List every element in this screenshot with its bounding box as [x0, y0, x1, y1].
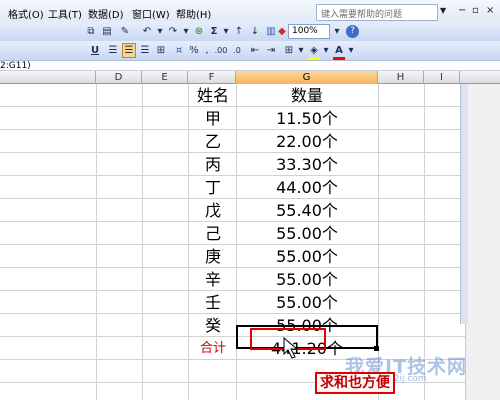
menu-tools[interactable]: 工具(T) — [48, 6, 82, 21]
comma-style-icon[interactable]: , — [202, 43, 212, 58]
decrease-indent-icon[interactable]: ⇤ — [248, 43, 262, 58]
help-icon[interactable]: ? — [346, 25, 359, 38]
align-left-icon[interactable]: ☰ — [106, 43, 120, 58]
right-panel — [465, 84, 500, 400]
redo-icon[interactable]: ↷ — [166, 24, 180, 39]
borders-dropdown-icon[interactable]: ▾ — [297, 43, 305, 58]
annotation-caption: 求和也方便 — [315, 372, 395, 394]
formula-bar: 2:G11) — [0, 61, 500, 71]
percent-button[interactable]: % — [188, 43, 200, 58]
menu-help[interactable]: 帮助(H) — [176, 6, 211, 21]
fill-dropdown-icon[interactable]: ▾ — [322, 43, 330, 58]
qty-cell[interactable]: 55.40个 — [236, 199, 378, 222]
column-header-g[interactable]: G — [236, 71, 378, 84]
grid-vline — [142, 84, 143, 400]
borders-icon[interactable]: ⊞ — [282, 43, 296, 58]
column-header-f[interactable]: F — [188, 71, 236, 84]
undo-dropdown-icon[interactable]: ▾ — [156, 24, 164, 39]
qty-cell[interactable]: 55.00个 — [236, 268, 378, 291]
help-search-input[interactable]: 键入需要帮助的问题 — [316, 4, 438, 21]
qty-cell[interactable]: 55.00个 — [236, 222, 378, 245]
column-header-e[interactable]: E — [142, 71, 188, 84]
qty-cell[interactable]: 44.00个 — [236, 176, 378, 199]
underline-button[interactable]: U — [88, 43, 102, 58]
qty-cell[interactable]: 33.30个 — [236, 153, 378, 176]
menu-format[interactable]: 格式(O) — [8, 6, 44, 21]
fill-color-swatch — [308, 57, 320, 60]
chevron-down-icon[interactable]: ▼ — [440, 6, 446, 15]
minimize-icon[interactable]: − — [458, 5, 466, 16]
fill-color-icon[interactable]: ◈ — [307, 43, 321, 58]
align-right-icon[interactable]: ☰ — [138, 43, 152, 58]
standard-toolbar: ⧉ ▤ ✎ ↶ ▾ ↷ ▾ ⊛ Σ ▾ ↑ ↓ ▥ ◆ 100% ▾ ? — [0, 22, 500, 42]
menu-data[interactable]: 数据(D) — [88, 6, 124, 21]
zoom-select[interactable]: 100% — [288, 24, 330, 39]
close-icon[interactable]: × — [486, 5, 494, 16]
autosum-dropdown-icon[interactable]: ▾ — [222, 24, 230, 39]
qty-cell[interactable]: 11.50个 — [236, 107, 378, 130]
sort-asc-icon[interactable]: ↑ — [232, 24, 246, 39]
vertical-scrollbar[interactable] — [460, 84, 468, 324]
restore-icon[interactable]: ▫ — [472, 5, 479, 16]
qty-cell[interactable]: 55.00个 — [236, 291, 378, 314]
font-color-dropdown-icon[interactable]: ▾ — [347, 43, 355, 58]
column-header-h[interactable]: H — [378, 71, 424, 84]
undo-icon[interactable]: ↶ — [140, 24, 154, 39]
decrease-decimal-icon[interactable]: .0 — [230, 43, 244, 58]
column-header-d[interactable]: D — [96, 71, 142, 84]
fill-handle[interactable] — [374, 346, 379, 351]
font-color-icon[interactable]: A — [332, 43, 346, 58]
zoom-dropdown-icon[interactable]: ▾ — [332, 24, 342, 39]
increase-decimal-icon[interactable]: .00 — [214, 43, 228, 58]
grid-vline — [96, 84, 97, 400]
currency-icon[interactable]: ¤ — [172, 43, 186, 58]
autosum-icon[interactable]: Σ — [207, 24, 221, 39]
formatting-toolbar: U ☰ ☰ ☰ ⊞ ¤ % , .00 .0 ⇤ ⇥ ⊞ ▾ ◈ ▾ A ▾ — [0, 41, 500, 61]
align-center-icon[interactable]: ☰ — [122, 43, 136, 58]
formula-text[interactable]: 2:G11) — [0, 61, 31, 71]
column-header-row: D E F G H I — [0, 71, 500, 84]
hyperlink-icon[interactable]: ⊛ — [192, 24, 206, 39]
copy-icon[interactable]: ⧉ — [84, 24, 98, 39]
merge-center-icon[interactable]: ⊞ — [154, 43, 168, 58]
header-qty-cell[interactable]: 数量 — [236, 84, 378, 107]
column-header-i[interactable]: I — [424, 71, 460, 84]
font-color-swatch — [333, 57, 345, 60]
qty-cell[interactable]: 55.00个 — [236, 245, 378, 268]
redo-dropdown-icon[interactable]: ▾ — [182, 24, 190, 39]
increase-indent-icon[interactable]: ⇥ — [264, 43, 278, 58]
sort-desc-icon[interactable]: ↓ — [248, 24, 262, 39]
mouse-cursor-icon — [283, 336, 299, 359]
menu-window[interactable]: 窗口(W) — [132, 6, 170, 21]
drawing-icon[interactable]: ◆ — [276, 24, 288, 39]
paste-icon[interactable]: ▤ — [100, 24, 114, 39]
format-painter-icon[interactable]: ✎ — [118, 24, 132, 39]
qty-cell[interactable]: 22.00个 — [236, 130, 378, 153]
column-header-left[interactable] — [0, 71, 96, 84]
